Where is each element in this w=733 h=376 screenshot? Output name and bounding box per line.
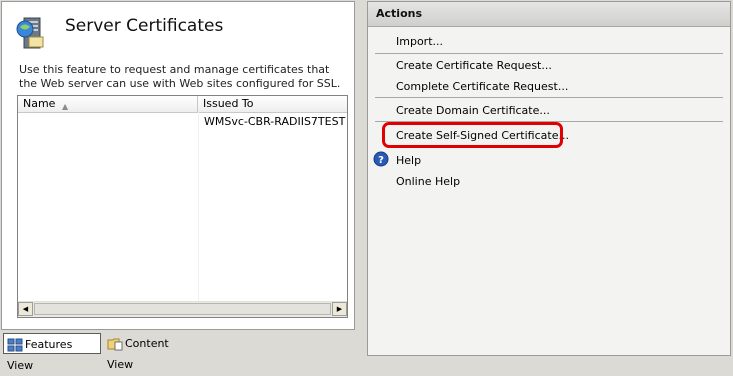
help-action[interactable]: Help <box>396 154 421 167</box>
tab-content-view[interactable]: Content View <box>104 333 194 371</box>
column-header-name[interactable]: Name ▲ <box>18 96 198 112</box>
certificates-list[interactable]: Name ▲ Issued To WMSvc-CBR-RADIIS7TEST ◀… <box>17 95 348 318</box>
create-domain-certificate-action[interactable]: Create Domain Certificate... <box>396 104 550 117</box>
issued-to-cell: WMSvc-CBR-RADIIS7TEST <box>204 115 346 128</box>
complete-certificate-request-action[interactable]: Complete Certificate Request... <box>396 80 568 93</box>
separator <box>375 53 723 54</box>
actions-header: Actions <box>368 2 730 27</box>
column-header-issued-to[interactable]: Issued To <box>198 96 347 112</box>
feature-description: Use this feature to request and manage c… <box>19 63 341 90</box>
create-certificate-request-action[interactable]: Create Certificate Request... <box>396 59 552 72</box>
features-view-icon <box>7 338 23 352</box>
page-title: Server Certificates <box>65 16 224 36</box>
table-row[interactable]: WMSvc-CBR-RADIIS7TEST <box>204 115 345 128</box>
tab-features-view[interactable]: Features View <box>3 333 101 372</box>
actions-pane: Actions Import... Create Certificate Req… <box>367 1 731 356</box>
sort-ascending-icon: ▲ <box>62 102 69 111</box>
horizontal-scrollbar[interactable]: ◀ ▶ <box>18 301 347 317</box>
list-header: Name ▲ Issued To <box>18 96 347 113</box>
column-divider <box>198 112 199 302</box>
online-help-action[interactable]: Online Help <box>396 175 460 188</box>
server-certificates-icon <box>16 17 44 49</box>
content-view-icon <box>107 338 123 351</box>
scrollbar-thumb[interactable] <box>34 303 331 315</box>
separator <box>375 97 723 98</box>
scroll-left-button[interactable]: ◀ <box>18 302 33 316</box>
svg-text:?: ? <box>378 155 384 166</box>
scroll-right-button[interactable]: ▶ <box>332 302 347 316</box>
highlight-annotation <box>382 122 563 148</box>
column-header-name-label: Name <box>23 97 56 110</box>
features-pane: Server Certificates Use this feature to … <box>1 1 355 330</box>
help-icon: ? <box>373 151 389 167</box>
import-action[interactable]: Import... <box>396 35 443 48</box>
